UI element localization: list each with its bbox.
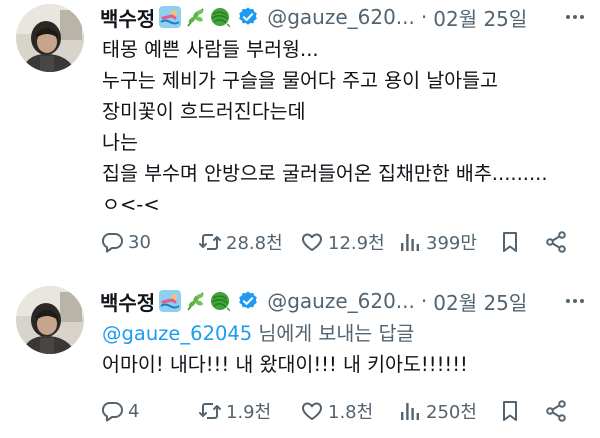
herb-icon xyxy=(184,6,206,28)
views-icon xyxy=(398,399,422,423)
reply-button[interactable]: 30 xyxy=(100,228,151,256)
more-icon xyxy=(563,289,587,313)
verified-badge-icon[interactable] xyxy=(237,6,259,28)
like-count: 1.8천 xyxy=(328,402,374,423)
reply-count: 30 xyxy=(128,231,151,253)
replying-to: @gauze_62045 님에게 보내는 답글 xyxy=(102,318,588,349)
views-icon xyxy=(398,230,422,254)
tweet-date[interactable]: 02월 25일 xyxy=(433,3,527,32)
share-icon xyxy=(544,399,568,423)
views-count: 250천 xyxy=(426,402,477,423)
avatar[interactable] xyxy=(16,4,84,72)
author-name[interactable]: 백수정 xyxy=(100,3,155,32)
swimmer-icon xyxy=(159,290,181,312)
reply-icon xyxy=(100,399,124,423)
action-bar: 4 1.9천 1.8천 250천 xyxy=(100,397,590,425)
name-emojis xyxy=(159,6,231,28)
share-button[interactable] xyxy=(544,397,568,425)
retweet-button[interactable]: 1.9천 xyxy=(198,397,271,425)
tweet[interactable]: 백수정 @gauze_620... · 02월 25일 @gauze_62045… xyxy=(0,272,600,438)
tweet-text-line: ㅇ<-< xyxy=(102,193,160,216)
share-icon xyxy=(544,230,568,254)
retweet-icon xyxy=(198,230,222,254)
tweet-text-line: 태몽 예쁜 사람들 부러웡... xyxy=(102,38,319,61)
tweet-text: 태몽 예쁜 사람들 부러웡... 누구는 제비가 구슬을 물어다 주고 용이 날… xyxy=(102,34,588,220)
like-count: 12.9천 xyxy=(328,233,385,254)
separator-dot: · xyxy=(420,5,428,29)
bookmark-button[interactable] xyxy=(498,397,522,425)
heart-icon xyxy=(300,230,324,254)
retweet-button[interactable]: 28.8천 xyxy=(198,228,283,256)
verified-badge-icon[interactable] xyxy=(237,290,259,312)
retweet-icon xyxy=(198,399,222,423)
tweet-text-line: 장미꽃이 흐드러진다는데 xyxy=(102,100,306,123)
reply-count: 4 xyxy=(128,400,140,422)
retweet-count: 1.9천 xyxy=(226,402,272,423)
share-button[interactable] xyxy=(544,228,568,256)
yarn-ball-icon xyxy=(209,290,231,312)
herb-icon xyxy=(184,290,206,312)
tweet[interactable]: 백수정 @gauze_620... · 02월 25일 태몽 예쁜 사람들 부러… xyxy=(0,0,600,272)
tweet-header: 백수정 @gauze_620... · 02월 25일 xyxy=(100,286,590,316)
replying-to-label: 님에게 보내는 답글 xyxy=(252,322,415,345)
heart-icon xyxy=(300,399,324,423)
tweet-date[interactable]: 02월 25일 xyxy=(433,287,527,316)
swimmer-icon xyxy=(159,6,181,28)
avatar[interactable] xyxy=(16,286,84,354)
tweet-text-line: 집을 부수며 안방으로 굴러들어온 집채만한 배추......... xyxy=(102,162,548,185)
retweet-count: 28.8천 xyxy=(226,233,283,254)
like-button[interactable]: 12.9천 xyxy=(300,228,385,256)
separator-dot: · xyxy=(420,289,428,313)
more-icon xyxy=(563,5,587,29)
author-handle[interactable]: @gauze_620... xyxy=(267,5,415,29)
bookmark-icon xyxy=(498,399,522,423)
name-emojis xyxy=(159,290,231,312)
tweet-text: @gauze_62045 님에게 보내는 답글 어마이! 내다!!! 내 왔대이… xyxy=(102,318,588,380)
views-button[interactable]: 399만 xyxy=(398,228,477,256)
more-options-button[interactable] xyxy=(560,4,590,30)
reply-icon xyxy=(100,230,124,254)
bookmark-button[interactable] xyxy=(498,228,522,256)
author-name[interactable]: 백수정 xyxy=(100,287,155,316)
views-button[interactable]: 250천 xyxy=(398,397,477,425)
like-button[interactable]: 1.8천 xyxy=(300,397,373,425)
more-options-button[interactable] xyxy=(560,288,590,314)
mention-link[interactable]: @gauze_62045 xyxy=(102,322,252,345)
tweet-text-line: 누구는 제비가 구슬을 물어다 주고 용이 날아들고 xyxy=(102,69,498,92)
tweet-text-line: 어마이! 내다!!! 내 왔대이!!! 내 키아도!!!!!! xyxy=(102,353,468,376)
author-handle[interactable]: @gauze_620... xyxy=(267,289,415,313)
action-bar: 30 28.8천 12.9천 399만 xyxy=(100,228,590,256)
tweet-header: 백수정 @gauze_620... · 02월 25일 xyxy=(100,2,590,32)
bookmark-icon xyxy=(498,230,522,254)
views-count: 399만 xyxy=(426,233,477,254)
yarn-ball-icon xyxy=(209,6,231,28)
tweet-text-line: 나는 xyxy=(102,131,138,154)
reply-button[interactable]: 4 xyxy=(100,397,139,425)
